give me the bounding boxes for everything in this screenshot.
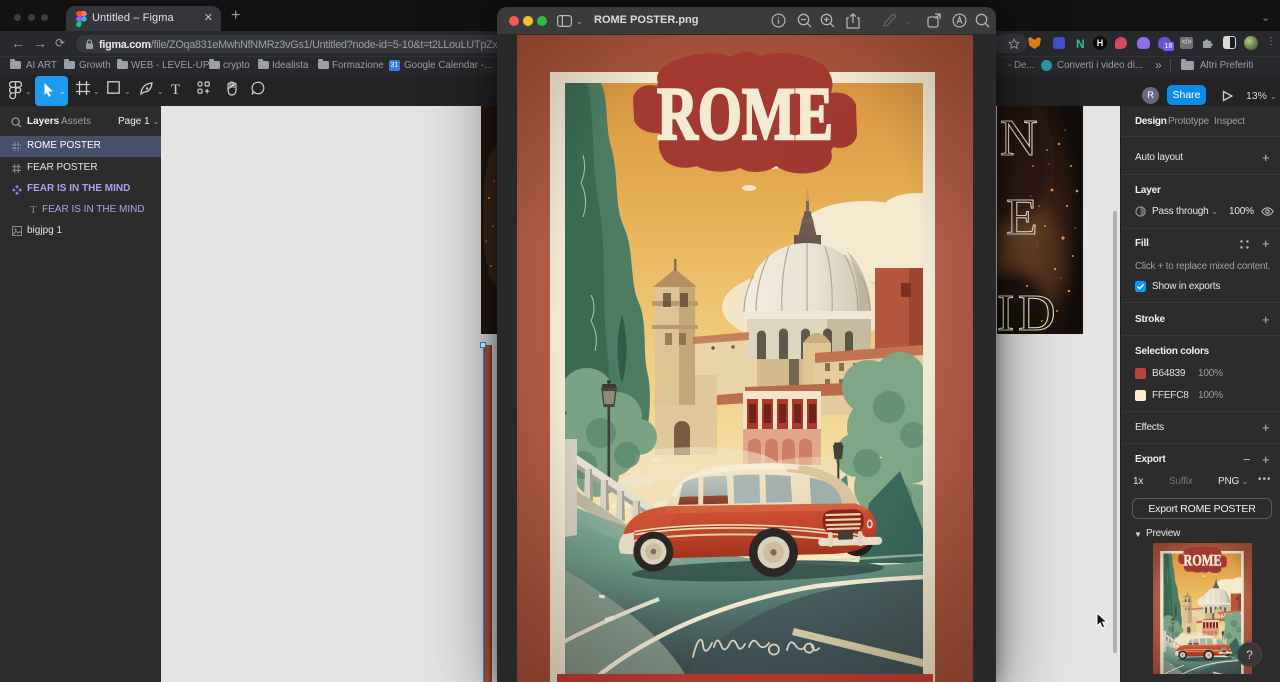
svg-text:E: E bbox=[1006, 189, 1038, 246]
svg-text:I: I bbox=[997, 285, 1014, 334]
svg-text:N: N bbox=[1000, 110, 1038, 167]
svg-text:D: D bbox=[1018, 285, 1056, 334]
